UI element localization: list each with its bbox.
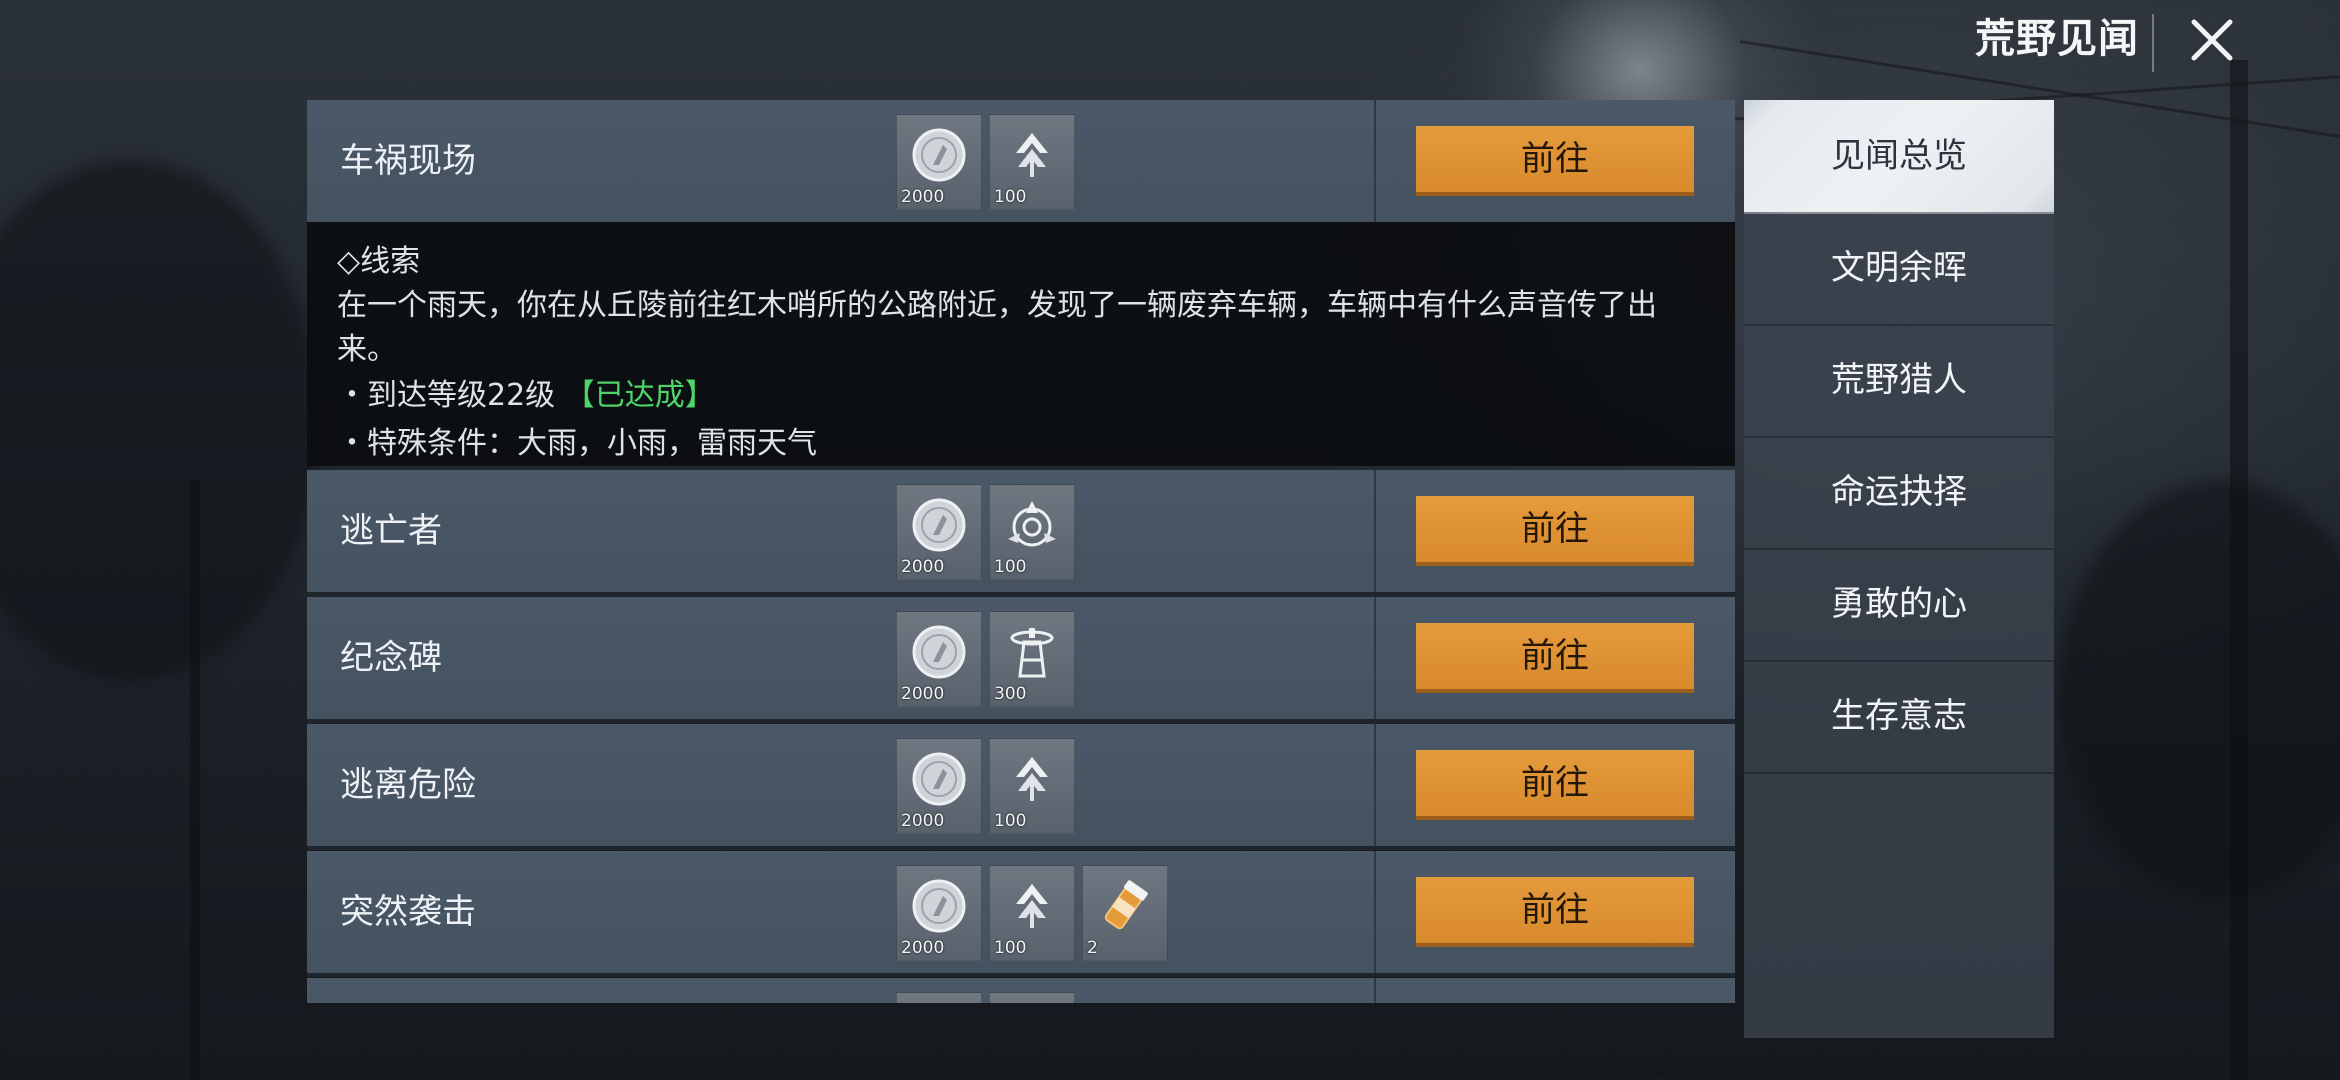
quest-list[interactable]: 车祸现场 2000 100 前往 ◇线索 在一个雨天，你在从丘陵前往红木哨所的公… bbox=[307, 100, 1735, 1003]
reward-quantity: 100 bbox=[994, 557, 1027, 577]
wing-emblem-icon bbox=[1016, 884, 1048, 928]
sidebar-item-civilization[interactable]: 文明余晖 bbox=[1744, 212, 2054, 326]
reward-item[interactable]: 100 bbox=[989, 114, 1075, 210]
wing-emblem-icon bbox=[1016, 757, 1048, 801]
silver-coin-icon bbox=[912, 752, 966, 806]
reward-item[interactable]: 100 bbox=[989, 484, 1075, 580]
row-divider bbox=[1374, 851, 1376, 973]
reward-item[interactable]: 100 bbox=[989, 865, 1075, 961]
quest-row[interactable] bbox=[307, 978, 1735, 1003]
reward-quantity: 2000 bbox=[901, 187, 945, 207]
reward-item[interactable]: 2000 bbox=[896, 611, 982, 707]
quest-title: 逃亡者 bbox=[340, 511, 442, 551]
go-button[interactable]: 前往 bbox=[1416, 496, 1694, 566]
reward-quantity: 2000 bbox=[901, 811, 945, 831]
tower-emblem-icon bbox=[1010, 628, 1054, 678]
sidebar-item-fate-choice[interactable]: 命运抉择 bbox=[1744, 436, 2054, 550]
target-emblem-icon bbox=[1008, 501, 1056, 547]
silver-coin-icon bbox=[912, 879, 966, 933]
go-button[interactable]: 前往 bbox=[1416, 623, 1694, 693]
background-utility-pole bbox=[2230, 60, 2248, 1080]
condition-weather: ・特殊条件：大雨，小雨，雷雨天气 bbox=[337, 426, 817, 461]
sidebar-item-brave-heart[interactable]: 勇敢的心 bbox=[1744, 548, 2054, 662]
row-divider bbox=[1374, 100, 1376, 222]
quest-row[interactable]: 逃亡者 2000 100 前往 bbox=[307, 470, 1735, 596]
background-utility-pole bbox=[190, 480, 200, 1080]
silver-coin-icon bbox=[912, 128, 966, 182]
header-divider bbox=[2152, 14, 2154, 72]
close-button[interactable] bbox=[2180, 8, 2244, 72]
reward-quantity: 100 bbox=[994, 187, 1027, 207]
go-button[interactable]: 前往 bbox=[1416, 877, 1694, 947]
background-tree bbox=[0, 160, 320, 680]
reward-item[interactable]: 2 bbox=[1082, 865, 1168, 961]
reward-item[interactable]: 2000 bbox=[896, 114, 982, 210]
reward-item[interactable] bbox=[896, 992, 982, 1003]
quest-row[interactable]: 纪念碑 2000 300 前往 bbox=[307, 597, 1735, 723]
quest-row[interactable]: 车祸现场 2000 100 前往 bbox=[307, 100, 1735, 226]
reward-quantity: 2 bbox=[1087, 938, 1098, 958]
quest-row[interactable]: 逃离危险 2000 100 前往 bbox=[307, 724, 1735, 850]
go-button[interactable]: 前往 bbox=[1416, 126, 1694, 196]
clue-description: 在一个雨天，你在从丘陵前往红木哨所的公路附近，发现了一辆废弃车辆，车辆中有什么声… bbox=[337, 288, 1657, 323]
reward-item[interactable]: 100 bbox=[989, 738, 1075, 834]
condition-level-text: ・到达等级22级 bbox=[337, 378, 556, 413]
quest-detail-panel: ◇线索 在一个雨天，你在从丘陵前往红木哨所的公路附近，发现了一辆废弃车辆，车辆中… bbox=[307, 222, 1735, 466]
achieved-badge: 【已达成】 bbox=[564, 378, 715, 413]
clue-heading: ◇线索 bbox=[337, 244, 421, 279]
close-icon bbox=[2191, 19, 2233, 61]
row-divider bbox=[1374, 724, 1376, 846]
silver-coin-icon bbox=[912, 625, 966, 679]
quest-title: 突然袭击 bbox=[340, 892, 476, 932]
silver-coin-icon bbox=[912, 498, 966, 552]
condition-level: ・到达等级22级 【已达成】 bbox=[337, 370, 715, 414]
row-divider bbox=[1374, 978, 1376, 1003]
quest-title: 逃离危险 bbox=[340, 765, 476, 805]
reward-quantity: 2000 bbox=[901, 684, 945, 704]
background-tree bbox=[2060, 480, 2340, 900]
reward-quantity: 100 bbox=[994, 938, 1027, 958]
reward-quantity: 300 bbox=[994, 684, 1027, 704]
wing-emblem-icon bbox=[1016, 133, 1048, 177]
row-divider bbox=[1374, 597, 1376, 719]
quest-title: 纪念碑 bbox=[340, 638, 442, 678]
sidebar-item-wild-hunter[interactable]: 荒野猎人 bbox=[1744, 324, 2054, 438]
reward-quantity: 2000 bbox=[901, 938, 945, 958]
reward-item[interactable]: 2000 bbox=[896, 484, 982, 580]
reward-item[interactable]: 2000 bbox=[896, 738, 982, 834]
go-button[interactable]: 前往 bbox=[1416, 750, 1694, 820]
clue-description-continued: 来。 bbox=[337, 332, 397, 367]
category-sidebar: 见闻总览 文明余晖 荒野猎人 命运抉择 勇敢的心 生存意志 bbox=[1744, 100, 2054, 1038]
quest-row[interactable]: 突然袭击 2000 100 2 前往 bbox=[307, 851, 1735, 977]
reward-item[interactable] bbox=[989, 992, 1075, 1003]
reward-item[interactable]: 2000 bbox=[896, 865, 982, 961]
sidebar-item-survival-will[interactable]: 生存意志 bbox=[1744, 660, 2054, 774]
row-divider bbox=[1374, 470, 1376, 592]
quest-title: 车祸现场 bbox=[340, 141, 476, 181]
reward-quantity: 2000 bbox=[901, 557, 945, 577]
reward-item[interactable]: 300 bbox=[989, 611, 1075, 707]
page-title: 荒野见闻 bbox=[1975, 16, 2139, 62]
reward-quantity: 100 bbox=[994, 811, 1027, 831]
sidebar-item-overview[interactable]: 见闻总览 bbox=[1744, 100, 2054, 214]
pill-bottle-icon bbox=[1104, 880, 1148, 930]
